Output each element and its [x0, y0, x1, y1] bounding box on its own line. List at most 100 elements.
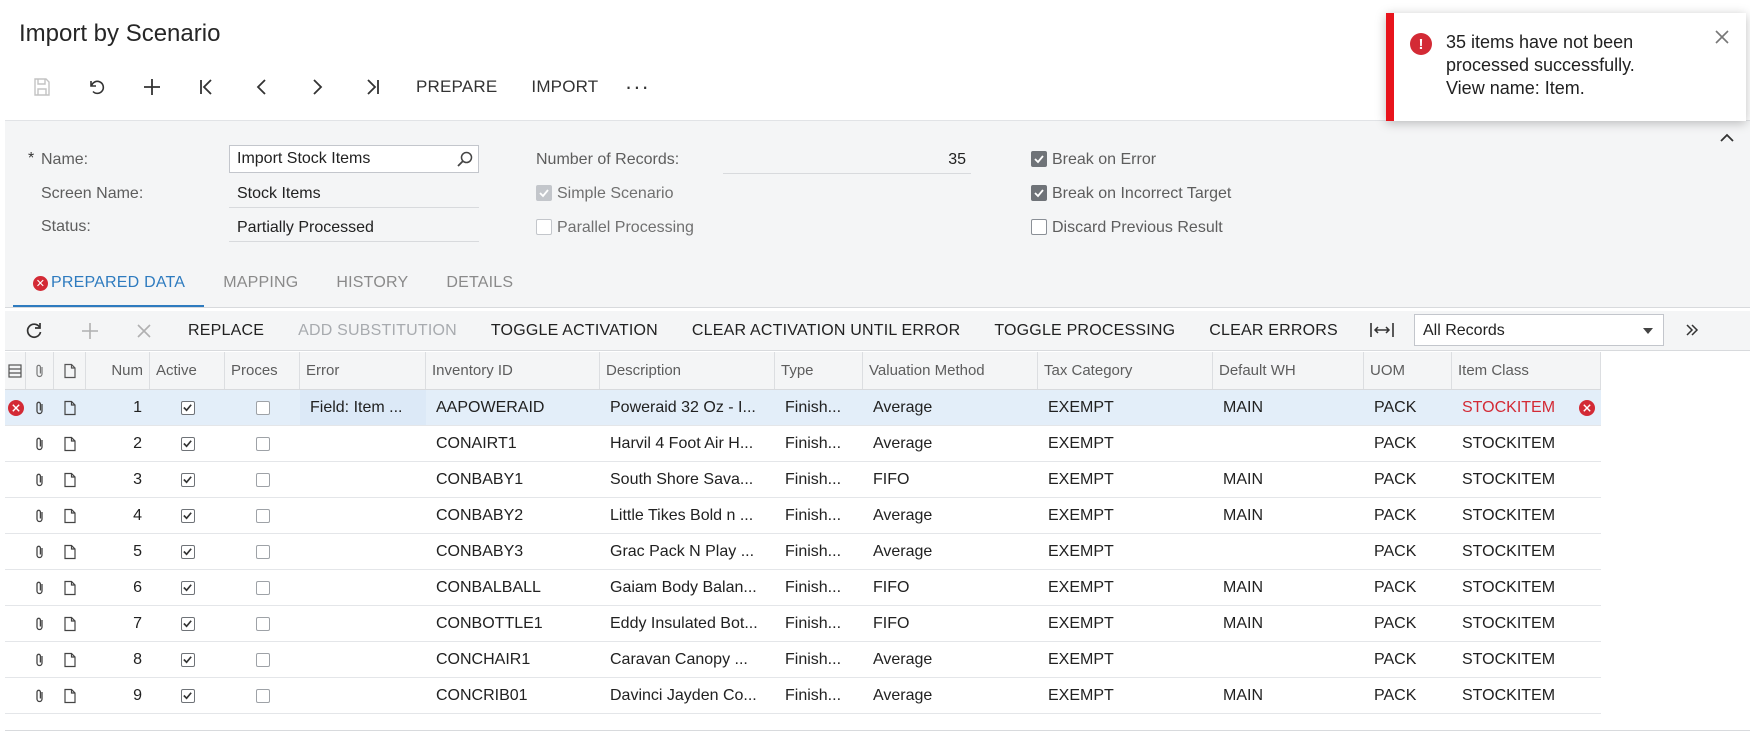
- uom-cell[interactable]: PACK: [1364, 426, 1452, 461]
- simple-scenario-checkbox[interactable]: [536, 185, 552, 201]
- attachment-cell[interactable]: [26, 462, 54, 497]
- type-cell[interactable]: Finish...: [775, 642, 863, 677]
- note-cell[interactable]: [54, 678, 86, 713]
- uom-cell[interactable]: PACK: [1364, 606, 1452, 641]
- discard-previous-result-checkbox[interactable]: [1031, 219, 1047, 235]
- row-selector[interactable]: [5, 642, 26, 677]
- note-cell[interactable]: [54, 462, 86, 497]
- processed-checkbox[interactable]: [255, 616, 270, 631]
- processed-checkbox[interactable]: [255, 400, 270, 415]
- last-record-button[interactable]: [344, 70, 399, 104]
- processed-checkbox[interactable]: [255, 508, 270, 523]
- note-cell[interactable]: [54, 606, 86, 641]
- table-row[interactable]: 2 CONAIRT1 Harvil 4 Foot Air H... Finish...…: [5, 426, 1601, 462]
- processed-checkbox[interactable]: [255, 436, 270, 451]
- default-wh-cell[interactable]: [1213, 426, 1364, 461]
- valuation-method-cell[interactable]: Average: [863, 390, 1038, 425]
- table-row[interactable]: 1 Field: Item ... AAPOWERAID Poweraid 32 Oz…: [5, 390, 1601, 426]
- active-checkbox[interactable]: [180, 688, 195, 703]
- attachment-cell[interactable]: [26, 390, 54, 425]
- name-field[interactable]: Import Stock Items: [229, 145, 479, 173]
- table-row[interactable]: 3 CONBABY1 South Shore Sava... Finish... FIF…: [5, 462, 1601, 498]
- processed-header[interactable]: Proces: [225, 352, 300, 389]
- search-icon[interactable]: [456, 150, 474, 168]
- row-selector[interactable]: [5, 534, 26, 569]
- processed-cell[interactable]: [225, 462, 300, 497]
- error-cell[interactable]: [300, 534, 426, 569]
- item-class-cell[interactable]: STOCKITEM: [1452, 570, 1572, 605]
- table-row[interactable]: 9 CONCRIB01 Davinci Jayden Co... Finish... A…: [5, 678, 1601, 714]
- active-checkbox[interactable]: [180, 544, 195, 559]
- break-on-error-checkbox[interactable]: [1031, 151, 1047, 167]
- uom-cell[interactable]: PACK: [1364, 678, 1452, 713]
- default-wh-cell[interactable]: MAIN: [1213, 606, 1364, 641]
- inventory-id-cell[interactable]: CONBOTTLE1: [426, 606, 600, 641]
- table-row[interactable]: 6 CONBALBALL Gaiam Body Balan... Finish... F…: [5, 570, 1601, 606]
- item-class-cell[interactable]: STOCKITEM: [1452, 390, 1572, 425]
- description-cell[interactable]: Eddy Insulated Bot...: [600, 606, 775, 641]
- parallel-processing-checkbox[interactable]: [536, 219, 552, 235]
- fit-to-screen-icon[interactable]: [1369, 320, 1395, 340]
- processed-checkbox[interactable]: [255, 580, 270, 595]
- error-cell[interactable]: [300, 570, 426, 605]
- inventory-id-cell[interactable]: AAPOWERAID: [426, 390, 600, 425]
- default-wh-cell[interactable]: MAIN: [1213, 678, 1364, 713]
- active-checkbox[interactable]: [180, 616, 195, 631]
- note-cell[interactable]: [54, 426, 86, 461]
- attachment-cell[interactable]: [26, 606, 54, 641]
- attachment-cell[interactable]: [26, 678, 54, 713]
- valuation-method-cell[interactable]: Average: [863, 498, 1038, 533]
- tax-category-cell[interactable]: EXEMPT: [1038, 642, 1213, 677]
- row-selector[interactable]: [5, 390, 26, 425]
- active-cell[interactable]: [150, 426, 225, 461]
- tax-category-cell[interactable]: EXEMPT: [1038, 570, 1213, 605]
- processed-checkbox[interactable]: [255, 544, 270, 559]
- note-cell[interactable]: [54, 534, 86, 569]
- active-cell[interactable]: [150, 606, 225, 641]
- active-checkbox[interactable]: [180, 436, 195, 451]
- valuation-method-cell[interactable]: FIFO: [863, 606, 1038, 641]
- type-cell[interactable]: Finish...: [775, 678, 863, 713]
- type-cell[interactable]: Finish...: [775, 606, 863, 641]
- error-cell[interactable]: [300, 642, 426, 677]
- error-cell[interactable]: [300, 426, 426, 461]
- tab-mapping[interactable]: MAPPING: [204, 268, 317, 308]
- active-checkbox[interactable]: [180, 652, 195, 667]
- item-class-cell[interactable]: STOCKITEM: [1452, 606, 1572, 641]
- uom-cell[interactable]: PACK: [1364, 462, 1452, 497]
- clear-errors-button[interactable]: CLEAR ERRORS: [1192, 311, 1355, 351]
- row-selector[interactable]: [5, 570, 26, 605]
- table-row[interactable]: 4 CONBABY2 Little Tikes Bold n ... Finish..…: [5, 498, 1601, 534]
- uom-cell[interactable]: PACK: [1364, 570, 1452, 605]
- save-button[interactable]: [14, 70, 69, 104]
- add-substitution-button[interactable]: ADD SUBSTITUTION: [281, 311, 474, 351]
- tab-history[interactable]: HISTORY: [317, 268, 427, 308]
- uom-cell[interactable]: PACK: [1364, 498, 1452, 533]
- item-class-cell[interactable]: STOCKITEM: [1452, 642, 1572, 677]
- tab-details[interactable]: DETAILS: [427, 268, 532, 308]
- processed-cell[interactable]: [225, 570, 300, 605]
- more-button[interactable]: ···: [615, 70, 659, 104]
- row-selector[interactable]: [5, 426, 26, 461]
- first-record-button[interactable]: [179, 70, 234, 104]
- tax-category-header[interactable]: Tax Category: [1038, 352, 1213, 389]
- description-cell[interactable]: Poweraid 32 Oz - I...: [600, 390, 775, 425]
- table-row[interactable]: 8 CONCHAIR1 Caravan Canopy ... Finish... Ave…: [5, 642, 1601, 678]
- description-cell[interactable]: Little Tikes Bold n ...: [600, 498, 775, 533]
- type-cell[interactable]: Finish...: [775, 462, 863, 497]
- inventory-id-cell[interactable]: CONBALBALL: [426, 570, 600, 605]
- item-class-cell[interactable]: STOCKITEM: [1452, 498, 1572, 533]
- active-cell[interactable]: [150, 642, 225, 677]
- default-wh-cell[interactable]: [1213, 534, 1364, 569]
- error-header[interactable]: Error: [300, 352, 426, 389]
- active-checkbox[interactable]: [180, 580, 195, 595]
- valuation-method-header[interactable]: Valuation Method: [863, 352, 1038, 389]
- processed-cell[interactable]: [225, 678, 300, 713]
- prepare-button[interactable]: PREPARE: [399, 70, 514, 104]
- row-selector-header[interactable]: [5, 352, 26, 389]
- active-checkbox[interactable]: [180, 472, 195, 487]
- tax-category-cell[interactable]: EXEMPT: [1038, 462, 1213, 497]
- item-class-header[interactable]: Item Class: [1452, 352, 1601, 389]
- error-cell[interactable]: Field: Item ...: [300, 390, 426, 425]
- inventory-id-cell[interactable]: CONCRIB01: [426, 678, 600, 713]
